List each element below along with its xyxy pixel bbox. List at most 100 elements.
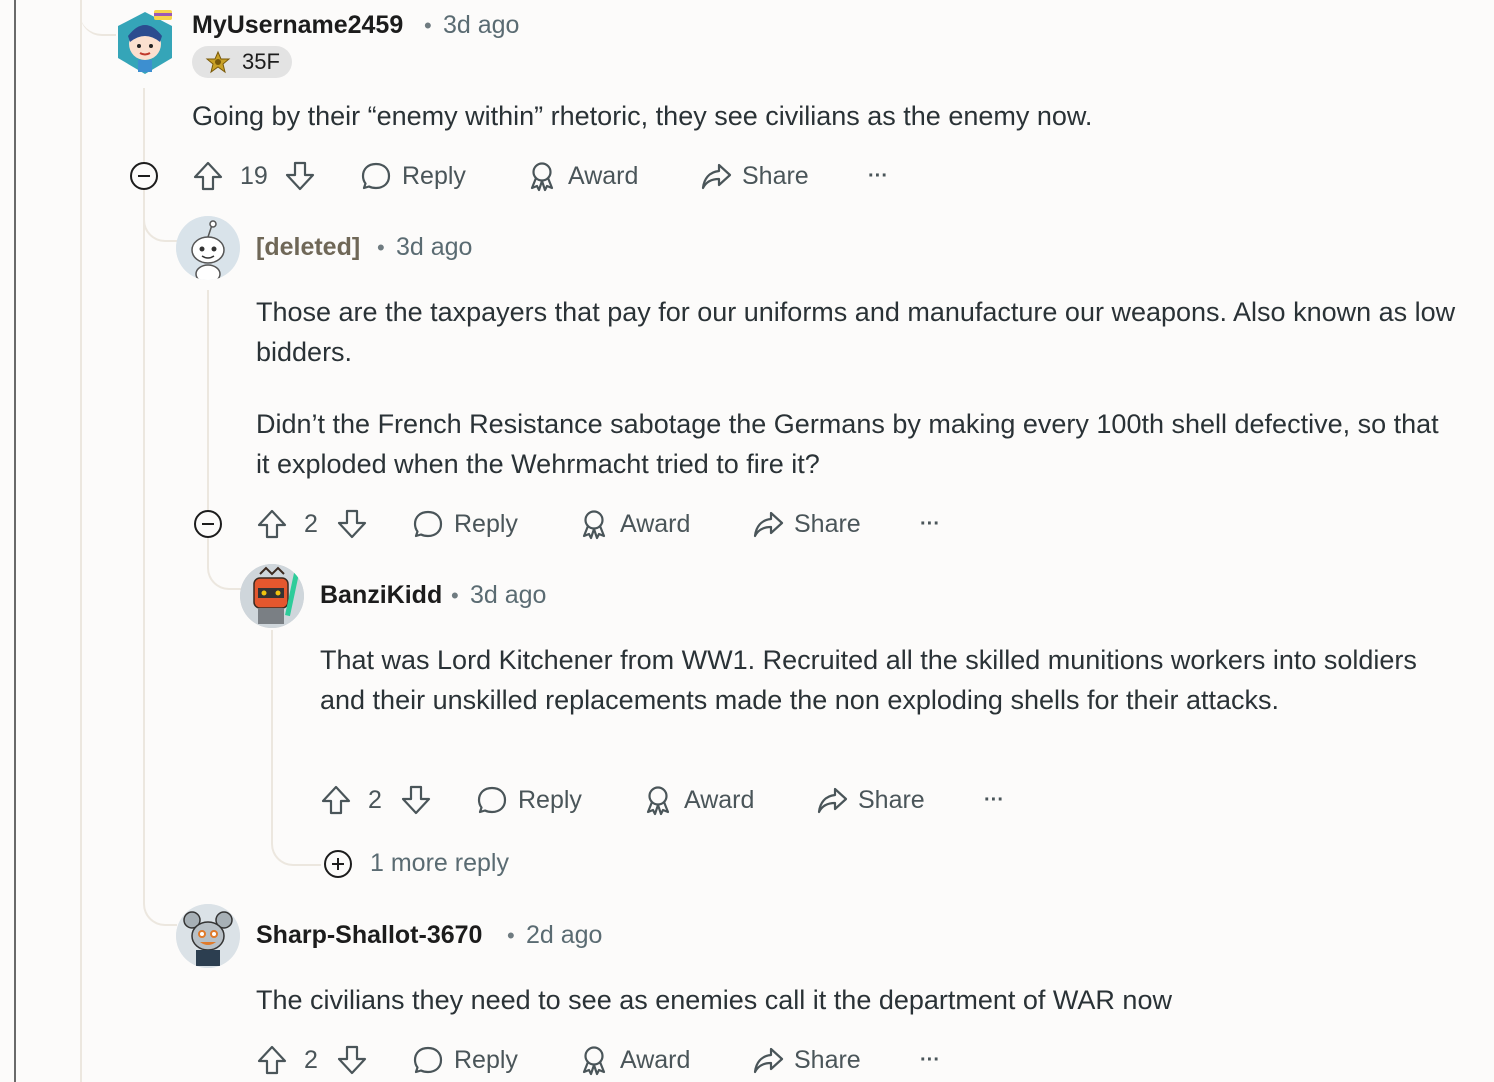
share-button[interactable]: Share — [700, 156, 809, 196]
share-button[interactable]: Share — [816, 780, 925, 820]
comment-bubble-icon — [413, 1046, 443, 1074]
award-icon — [582, 510, 606, 540]
more-replies-link[interactable]: 1 more reply — [370, 849, 509, 878]
upvote-button[interactable] — [320, 780, 352, 820]
more-options-button[interactable]: ··· — [920, 1040, 940, 1080]
downvote-icon — [401, 785, 431, 815]
comment-timestamp[interactable]: 3d ago — [443, 11, 519, 40]
comment-actions: 2 Reply Award Share ··· — [320, 780, 1040, 820]
avatar[interactable] — [240, 564, 304, 628]
comment-paragraph: Going by their “enemy within” rhetoric, … — [192, 101, 1093, 131]
separator-dot: • — [377, 235, 385, 260]
award-button[interactable]: Award — [642, 780, 754, 820]
comment-paragraph: The civilians they need to see as enemie… — [256, 985, 1172, 1015]
award-button[interactable]: Award — [526, 156, 638, 196]
award-button[interactable]: Award — [578, 504, 690, 544]
thread-line-level0 — [80, 0, 82, 1082]
separator-dot: • — [451, 583, 459, 608]
reply-button[interactable]: Reply — [360, 156, 466, 196]
thread-line-level2 — [207, 290, 209, 510]
comment-bubble-icon — [361, 162, 391, 190]
comment-body: The civilians they need to see as enemie… — [256, 980, 1456, 1020]
share-label: Share — [794, 1045, 861, 1074]
downvote-icon — [285, 161, 315, 191]
default-snoo-avatar-icon — [176, 216, 240, 280]
comment-bubble-icon — [413, 510, 443, 538]
more-options-button[interactable]: ··· — [868, 156, 888, 196]
downvote-button[interactable] — [336, 504, 368, 544]
reply-label: Reply — [402, 161, 466, 190]
vote-score: 2 — [304, 510, 318, 538]
comment-actions: 19 Reply Award Share ··· — [192, 156, 912, 196]
reply-label: Reply — [454, 509, 518, 538]
vote-score: 2 — [368, 786, 382, 814]
share-button[interactable]: Share — [752, 504, 861, 544]
thread-curve-banzi — [207, 538, 241, 590]
share-icon — [817, 787, 848, 814]
share-label: Share — [858, 785, 925, 814]
comment-timestamp[interactable]: 3d ago — [470, 581, 546, 610]
comment-bubble-icon — [477, 786, 507, 814]
upvote-button[interactable] — [192, 156, 224, 196]
upvote-icon — [321, 785, 351, 815]
award-icon — [646, 786, 670, 816]
more-options-button[interactable]: ··· — [920, 504, 940, 544]
comment-author[interactable]: Sharp-Shallot-3670 — [256, 921, 482, 950]
comment-body: Going by their “enemy within” rhetoric, … — [192, 96, 1452, 136]
thread-curve-top — [80, 0, 116, 36]
more-options-icon: ··· — [868, 164, 888, 187]
thread-curve-sharp — [143, 880, 177, 926]
user-avatar-icon — [118, 10, 172, 74]
share-icon — [753, 511, 784, 538]
more-options-button[interactable]: ··· — [984, 780, 1004, 820]
flair-text: 35F — [242, 49, 280, 74]
share-button[interactable]: Share — [752, 1040, 861, 1080]
comment-author[interactable]: BanziKidd — [320, 581, 442, 610]
thread-line-level1b — [143, 190, 145, 900]
vote-score: 19 — [240, 162, 268, 190]
award-button[interactable]: Award — [578, 1040, 690, 1080]
comment-author: [deleted] — [256, 233, 361, 261]
comment-author[interactable]: MyUsername2459 — [192, 11, 403, 40]
thread-curve-more-reply — [271, 820, 321, 866]
downvote-button[interactable] — [400, 780, 432, 820]
more-options-icon: ··· — [920, 512, 940, 535]
flair-badge-icon — [205, 50, 231, 74]
thread-line-level3 — [271, 630, 273, 830]
reply-button[interactable]: Reply — [476, 780, 582, 820]
avatar[interactable] — [176, 216, 240, 280]
upvote-icon — [257, 1045, 287, 1075]
user-flair: 35F — [192, 46, 292, 78]
downvote-button[interactable] — [336, 1040, 368, 1080]
collapse-thread-button[interactable] — [194, 510, 222, 538]
upvote-icon — [193, 161, 223, 191]
comment-body: Those are the taxpayers that pay for our… — [256, 292, 1456, 484]
share-label: Share — [794, 509, 861, 538]
upvote-icon — [257, 509, 287, 539]
separator-dot: • — [507, 923, 515, 948]
more-options-icon: ··· — [920, 1048, 940, 1071]
share-icon — [753, 1047, 784, 1074]
expand-replies-icon[interactable] — [324, 850, 352, 878]
reply-button[interactable]: Reply — [412, 1040, 518, 1080]
avatar[interactable] — [114, 8, 176, 78]
avatar[interactable] — [176, 904, 240, 968]
share-label: Share — [742, 161, 809, 190]
upvote-button[interactable] — [256, 1040, 288, 1080]
downvote-button[interactable] — [284, 156, 316, 196]
comment-actions: 2 Reply Award Share ··· — [256, 1040, 976, 1080]
award-icon — [582, 1046, 606, 1076]
thread-curve-deleted — [143, 196, 177, 242]
award-label: Award — [620, 509, 691, 538]
robot-avatar-icon — [240, 564, 304, 628]
comment-timestamp[interactable]: 3d ago — [396, 233, 472, 262]
upvote-button[interactable] — [256, 504, 288, 544]
thread-line-level1 — [143, 88, 145, 162]
reply-button[interactable]: Reply — [412, 504, 518, 544]
comment-timestamp[interactable]: 2d ago — [526, 921, 602, 950]
comment-body: That was Lord Kitchener from WW1. Recrui… — [320, 640, 1430, 720]
award-icon — [530, 162, 554, 192]
reply-label: Reply — [518, 785, 582, 814]
award-label: Award — [620, 1045, 691, 1074]
collapse-thread-button[interactable] — [130, 162, 158, 190]
